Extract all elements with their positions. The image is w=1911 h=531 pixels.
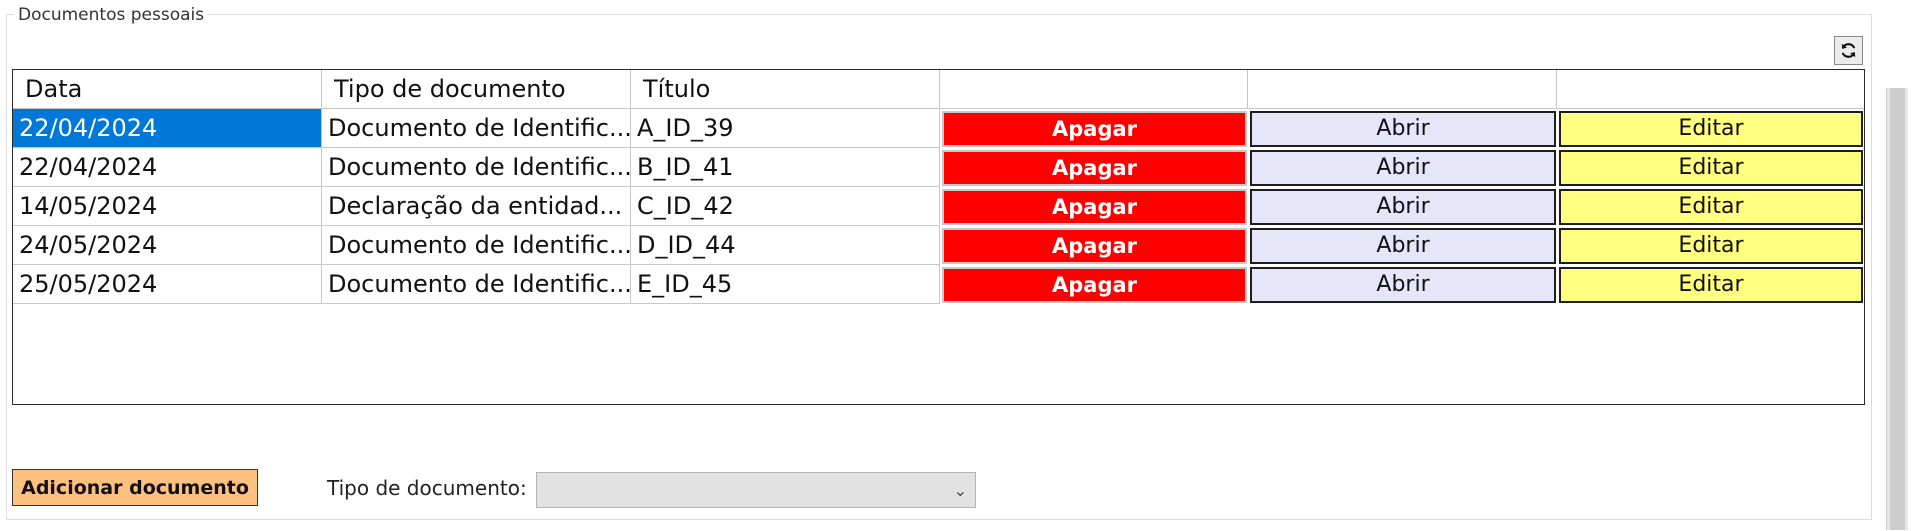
abrir-cell: Abrir [1248, 148, 1557, 187]
scrollbar-thumb[interactable] [1890, 88, 1905, 530]
column-header-abrir[interactable] [1248, 70, 1557, 109]
apagar-cell: Apagar [940, 109, 1248, 148]
date-cell[interactable]: 22/04/2024 [13, 148, 322, 187]
title-cell[interactable]: D_ID_44 [631, 226, 940, 265]
document-type-label: Tipo de documento: [327, 476, 527, 500]
refresh-icon [1841, 43, 1856, 58]
chevron-down-icon: ⌄ [953, 481, 967, 500]
open-button[interactable]: Abrir [1250, 150, 1556, 186]
refresh-button[interactable] [1834, 36, 1863, 65]
edit-button[interactable]: Editar [1559, 228, 1863, 264]
document-type-cell[interactable]: Documento de Identific... [322, 226, 631, 265]
delete-button[interactable]: Apagar [942, 267, 1247, 303]
table-row[interactable]: 14/05/2024 Declaração da entidad... C_ID… [13, 187, 1864, 226]
edit-button[interactable]: Editar [1559, 267, 1863, 303]
abrir-cell: Abrir [1248, 187, 1557, 226]
table-row[interactable]: 22/04/2024 Documento de Identific... B_I… [13, 148, 1864, 187]
edit-button[interactable]: Editar [1559, 189, 1863, 225]
column-header-tipo[interactable]: Tipo de documento [322, 70, 631, 109]
apagar-cell: Apagar [940, 265, 1248, 304]
date-cell[interactable]: 24/05/2024 [13, 226, 322, 265]
column-header-data[interactable]: Data [13, 70, 322, 109]
document-type-cell[interactable]: Documento de Identific... [322, 148, 631, 187]
editar-cell: Editar [1557, 109, 1864, 148]
column-header-titulo[interactable]: Título [631, 70, 940, 109]
editar-cell: Editar [1557, 187, 1864, 226]
document-type-cell[interactable]: Documento de Identific... [322, 265, 631, 304]
abrir-cell: Abrir [1248, 226, 1557, 265]
open-button[interactable]: Abrir [1250, 228, 1556, 264]
delete-button[interactable]: Apagar [942, 150, 1247, 186]
add-document-button[interactable]: Adicionar documento [12, 469, 258, 506]
apagar-cell: Apagar [940, 148, 1248, 187]
open-button[interactable]: Abrir [1250, 267, 1556, 303]
delete-button[interactable]: Apagar [942, 111, 1247, 147]
open-button[interactable]: Abrir [1250, 111, 1556, 147]
table-header-row: Data Tipo de documento Título [13, 70, 1864, 109]
date-cell[interactable]: 22/04/2024 [13, 109, 322, 148]
vertical-scrollbar[interactable] [1886, 88, 1908, 530]
table-row[interactable]: 22/04/2024 Documento de Identific... A_I… [13, 109, 1864, 148]
delete-button[interactable]: Apagar [942, 189, 1247, 225]
document-type-select[interactable]: ⌄ [536, 472, 976, 508]
title-cell[interactable]: C_ID_42 [631, 187, 940, 226]
title-cell[interactable]: E_ID_45 [631, 265, 940, 304]
document-type-cell[interactable]: Declaração da entidad... [322, 187, 631, 226]
document-type-cell[interactable]: Documento de Identific... [322, 109, 631, 148]
delete-button[interactable]: Apagar [942, 228, 1247, 264]
editar-cell: Editar [1557, 226, 1864, 265]
title-cell[interactable]: B_ID_41 [631, 148, 940, 187]
table-row[interactable]: 25/05/2024 Documento de Identific... E_I… [13, 265, 1864, 304]
column-header-editar[interactable] [1557, 70, 1864, 109]
date-cell[interactable]: 25/05/2024 [13, 265, 322, 304]
apagar-cell: Apagar [940, 226, 1248, 265]
documents-grid: Data Tipo de documento Título 22/04/2024… [12, 69, 1865, 405]
open-button[interactable]: Abrir [1250, 189, 1556, 225]
column-header-apagar[interactable] [940, 70, 1248, 109]
editar-cell: Editar [1557, 265, 1864, 304]
abrir-cell: Abrir [1248, 265, 1557, 304]
date-cell[interactable]: 14/05/2024 [13, 187, 322, 226]
abrir-cell: Abrir [1248, 109, 1557, 148]
groupbox-legend: Documentos pessoais [14, 3, 209, 27]
title-cell[interactable]: A_ID_39 [631, 109, 940, 148]
table-row[interactable]: 24/05/2024 Documento de Identific... D_I… [13, 226, 1864, 265]
apagar-cell: Apagar [940, 187, 1248, 226]
editar-cell: Editar [1557, 148, 1864, 187]
edit-button[interactable]: Editar [1559, 150, 1863, 186]
edit-button[interactable]: Editar [1559, 111, 1863, 147]
